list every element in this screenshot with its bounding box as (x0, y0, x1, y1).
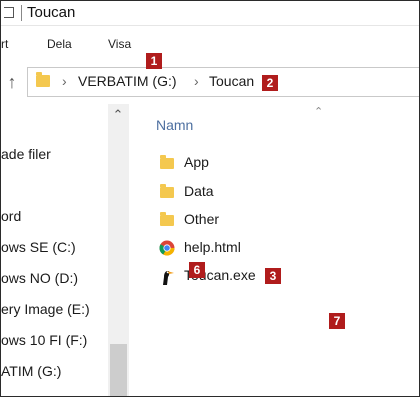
file-name: App (184, 154, 209, 170)
nav-item-drive-e[interactable]: ery Image (E:) (1, 301, 90, 317)
scrollbar-thumb[interactable] (110, 344, 127, 396)
file-name: Data (184, 183, 214, 199)
scroll-up-icon[interactable]: ⌃ (112, 108, 124, 121)
nav-item-drive-g[interactable]: ATIM (G:) (1, 363, 61, 379)
tab-start[interactable]: rt (1, 37, 8, 51)
callout-3: 3 (265, 268, 281, 284)
nav-scrollbar[interactable]: ⌃ (108, 104, 129, 396)
list-item[interactable]: App (157, 152, 337, 174)
nav-item-word[interactable]: ord (1, 208, 21, 224)
tab-share[interactable]: Dela (47, 37, 72, 51)
list-item[interactable]: help.html (157, 237, 337, 259)
folder-icon (160, 184, 174, 198)
callout-7: 7 (329, 313, 345, 329)
file-name: help.html (184, 239, 241, 255)
callout-6: 6 (189, 262, 205, 278)
title-separator (21, 5, 22, 21)
toucan-icon (159, 268, 175, 285)
explorer-window: Toucan rt Dela Visa ↑ › VERBATIM (G:) › … (0, 0, 420, 397)
breadcrumb-folder[interactable]: Toucan (209, 73, 254, 89)
file-name: Other (184, 211, 220, 227)
callout-2: 2 (262, 75, 278, 91)
list-item[interactable]: Data (157, 181, 337, 203)
list-item[interactable]: Toucan.exe (157, 265, 337, 287)
tab-view[interactable]: Visa (108, 37, 131, 51)
ribbon-tabs: rt Dela Visa (1, 26, 419, 58)
nav-item-downloads[interactable]: ade filer (1, 146, 51, 162)
chevron-right-icon[interactable]: › (194, 73, 199, 89)
window-title: Toucan (27, 4, 76, 21)
list-item[interactable]: Other (157, 209, 337, 231)
up-arrow-icon[interactable]: ↑ (3, 72, 21, 92)
sort-up-icon: ⌃ (314, 106, 324, 118)
nav-item-drive-f[interactable]: ows 10 FI (F:) (1, 332, 87, 348)
address-row: ↑ › VERBATIM (G:) › Toucan (1, 60, 419, 104)
title-bar: Toucan (1, 1, 419, 26)
address-bar[interactable]: › VERBATIM (G:) › Toucan (27, 67, 419, 97)
nav-item-drive-c[interactable]: ows SE (C:) (1, 239, 76, 255)
folder-icon (160, 212, 174, 226)
breadcrumb-drive[interactable]: VERBATIM (G:) (78, 73, 177, 89)
file-list: ⌃ Namn App Data Other help.html Toucan.e… (129, 104, 419, 396)
nav-item-drive-d[interactable]: ows NO (D:) (1, 270, 78, 286)
callout-1: 1 (146, 53, 162, 69)
folder-icon (36, 72, 50, 87)
column-header-name[interactable]: Namn (156, 117, 193, 133)
folder-window-icon (4, 7, 14, 18)
folder-icon (160, 155, 174, 169)
navigation-pane: ade filer ord ows SE (C:) ows NO (D:) er… (1, 104, 108, 396)
chevron-right-icon[interactable]: › (62, 73, 67, 89)
chrome-icon (159, 240, 175, 256)
